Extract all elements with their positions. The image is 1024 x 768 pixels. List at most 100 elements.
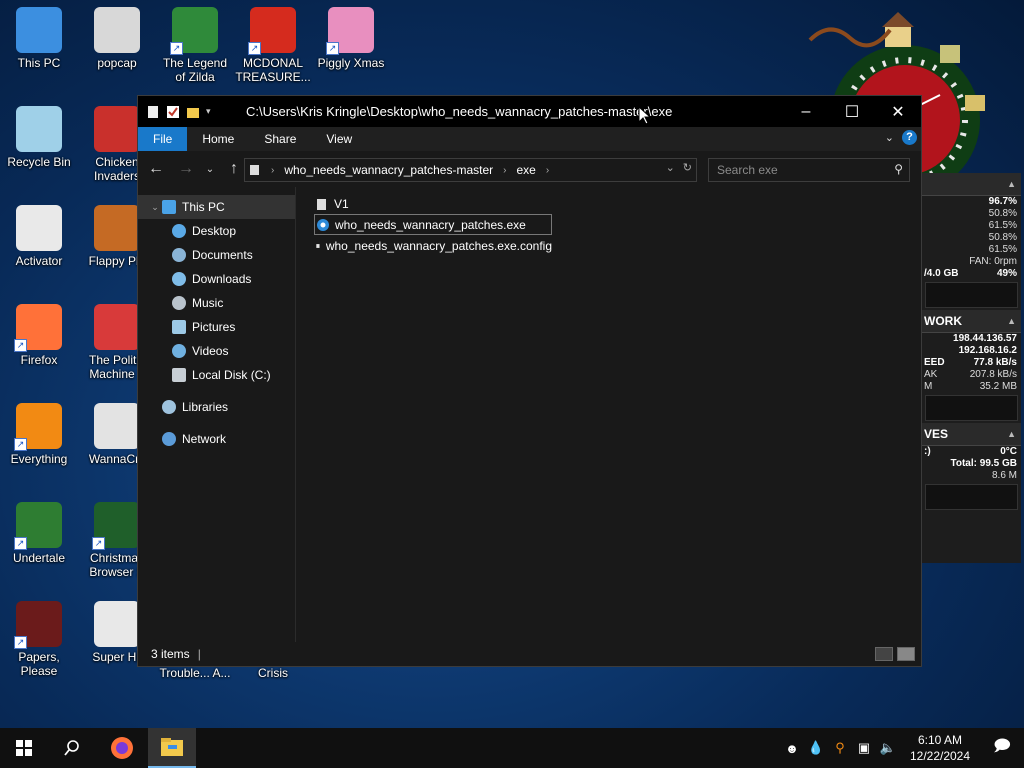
app-icon — [16, 205, 62, 251]
window-title: C:\Users\Kris Kringle\Desktop\who_needs_… — [246, 104, 673, 119]
chevron-right-icon[interactable]: › — [503, 165, 506, 176]
breadcrumb-segment[interactable]: exe — [516, 163, 535, 177]
desktop-icon[interactable]: ↗ Everything — [0, 403, 78, 466]
desktop-icon-label: popcap — [97, 56, 137, 70]
nav-item-music[interactable]: Music — [138, 291, 295, 315]
breadcrumb-segment[interactable]: who_needs_wannacry_patches-master — [284, 163, 493, 177]
application-icon — [317, 218, 329, 231]
address-bar[interactable]: › who_needs_wannacry_patches-master › ex… — [244, 158, 697, 182]
up-button[interactable]: ↑ — [222, 160, 246, 178]
clock[interactable]: 6:10 AM 12/22/2024 — [900, 732, 980, 764]
system-tray: ☻ 💧 ⚲ ▣ 🔈 6:10 AM 12/22/2024 🗩 — [780, 728, 1024, 768]
collapse-icon[interactable]: ▲ — [1007, 423, 1016, 445]
drive-total-row: Total: 99.5 GB — [950, 458, 1018, 469]
tab-view[interactable]: View — [311, 127, 367, 151]
desktop-icon[interactable]: ↗ MCDONAL TREASURE... — [234, 7, 312, 84]
status-separator: | — [197, 647, 201, 661]
chevron-right-icon[interactable]: › — [546, 165, 549, 176]
refresh-icon[interactable]: ↻ — [683, 161, 692, 174]
desktop-icon[interactable]: ↗ Papers, Please — [0, 601, 78, 678]
nav-item-network[interactable]: Network — [138, 427, 295, 451]
nav-item-desktop[interactable]: Desktop — [138, 219, 295, 243]
desktop-icon[interactable]: ↗ Firefox — [0, 304, 78, 367]
search-icon[interactable]: ⚲ — [894, 162, 903, 176]
desktop-icon-label: Recycle Bin — [7, 155, 71, 169]
recent-locations-button[interactable]: ⌄ — [198, 164, 222, 175]
net-peak-row: AK 207.8 kB/s — [924, 369, 1017, 380]
desktop-icon[interactable]: popcap — [78, 7, 156, 70]
notifications-icon[interactable]: 🗩 — [980, 735, 1024, 762]
nav-item-downloads[interactable]: Downloads — [138, 267, 295, 291]
net-total-row: M 35.2 MB — [924, 381, 1017, 392]
drive-graph — [925, 484, 1018, 510]
desktop-icon[interactable]: ↗ Piggly Xmas — [312, 7, 390, 70]
drive-icon — [172, 368, 186, 382]
chevron-right-icon[interactable]: › — [271, 165, 274, 176]
desktop-icon[interactable]: ↗ Undertale — [0, 502, 78, 565]
drive-row: :) 0°C — [924, 446, 1017, 457]
expand-ribbon-icon[interactable]: ⌄ — [885, 131, 894, 144]
desktop-icon — [172, 224, 186, 238]
address-dropdown-icon[interactable]: ⌄ — [666, 161, 675, 174]
app-icon: ↗ — [170, 7, 218, 55]
large-icons-view-button[interactable] — [897, 647, 915, 661]
app-icon: ↗ — [14, 403, 62, 451]
collapse-icon[interactable]: ▲ — [1007, 310, 1016, 332]
back-button[interactable]: ← — [144, 160, 168, 178]
droplet-icon[interactable]: 💧 — [804, 740, 828, 756]
nav-item-local-disk[interactable]: Local Disk (C:) — [138, 363, 295, 387]
app-icon: ↗ — [14, 502, 62, 550]
minimize-button[interactable]: – — [783, 96, 829, 127]
maximize-button[interactable]: ☐ — [829, 96, 875, 127]
app-icon — [16, 106, 62, 152]
file-item-folder[interactable]: V1 — [314, 193, 552, 214]
document-icon — [148, 105, 158, 118]
app-icon — [94, 106, 140, 152]
tab-share[interactable]: Share — [249, 127, 311, 151]
customize-toolbar-icon[interactable]: ▾ — [206, 106, 211, 117]
file-item-config[interactable]: who_needs_wannacry_patches.exe.config — [314, 235, 552, 256]
desktop-icon-label: Firefox — [20, 353, 58, 367]
nav-item-libraries[interactable]: Libraries — [138, 395, 295, 419]
new-folder-icon[interactable] — [186, 105, 200, 119]
desktop-icon[interactable]: ↗ The Legend of Zilda — [156, 7, 234, 84]
nav-item-this-pc[interactable]: ⌄ This PC — [138, 195, 295, 219]
windows-logo-icon — [16, 740, 32, 756]
collapse-icon[interactable]: ▲ — [1007, 173, 1016, 195]
network-icon — [162, 432, 176, 446]
start-button[interactable] — [0, 728, 48, 768]
details-view-button[interactable] — [875, 647, 893, 661]
desktop-icon-label: Activator — [15, 254, 63, 268]
title-bar[interactable]: ▾ C:\Users\Kris Kringle\Desktop\who_need… — [138, 96, 921, 127]
desktop-icon[interactable]: Recycle Bin — [0, 106, 78, 169]
search-button[interactable] — [48, 728, 96, 768]
taskbar-firefox[interactable] — [98, 728, 146, 768]
clock-date: 12/22/2024 — [909, 749, 971, 763]
nav-item-documents[interactable]: Documents — [138, 243, 295, 267]
network-status-icon[interactable]: ▣ — [852, 740, 876, 756]
volume-icon[interactable]: 🔈 — [876, 740, 900, 756]
close-button[interactable]: ✕ — [875, 96, 921, 127]
chevron-down-icon[interactable]: ⌄ — [148, 195, 162, 219]
desktop-icon[interactable]: This PC — [0, 7, 78, 70]
app-icon: ↗ — [92, 502, 140, 550]
network-header: WORK ▲ — [922, 310, 1021, 333]
downloads-icon — [172, 272, 186, 286]
nav-item-videos[interactable]: Videos — [138, 339, 295, 363]
tab-home[interactable]: Home — [187, 127, 249, 151]
nav-item-pictures[interactable]: Pictures — [138, 315, 295, 339]
file-item-exe[interactable]: who_needs_wannacry_patches.exe — [314, 214, 552, 235]
search-input[interactable] — [709, 159, 889, 181]
everything-search-icon[interactable]: ⚲ — [828, 740, 852, 756]
properties-icon[interactable] — [166, 105, 180, 119]
tab-file[interactable]: File — [138, 127, 188, 151]
desktop-icon-label: Piggly Xmas — [317, 56, 385, 70]
fan-row: FAN: 0rpm — [969, 256, 1017, 267]
shortcut-arrow-icon: ↗ — [326, 42, 339, 55]
taskbar-file-explorer[interactable] — [148, 728, 196, 768]
forward-button[interactable]: → — [174, 160, 198, 178]
help-icon[interactable]: ? — [902, 130, 917, 145]
people-icon[interactable]: ☻ — [780, 741, 804, 756]
shortcut-arrow-icon: ↗ — [14, 438, 27, 451]
desktop-icon[interactable]: Activator — [0, 205, 78, 268]
